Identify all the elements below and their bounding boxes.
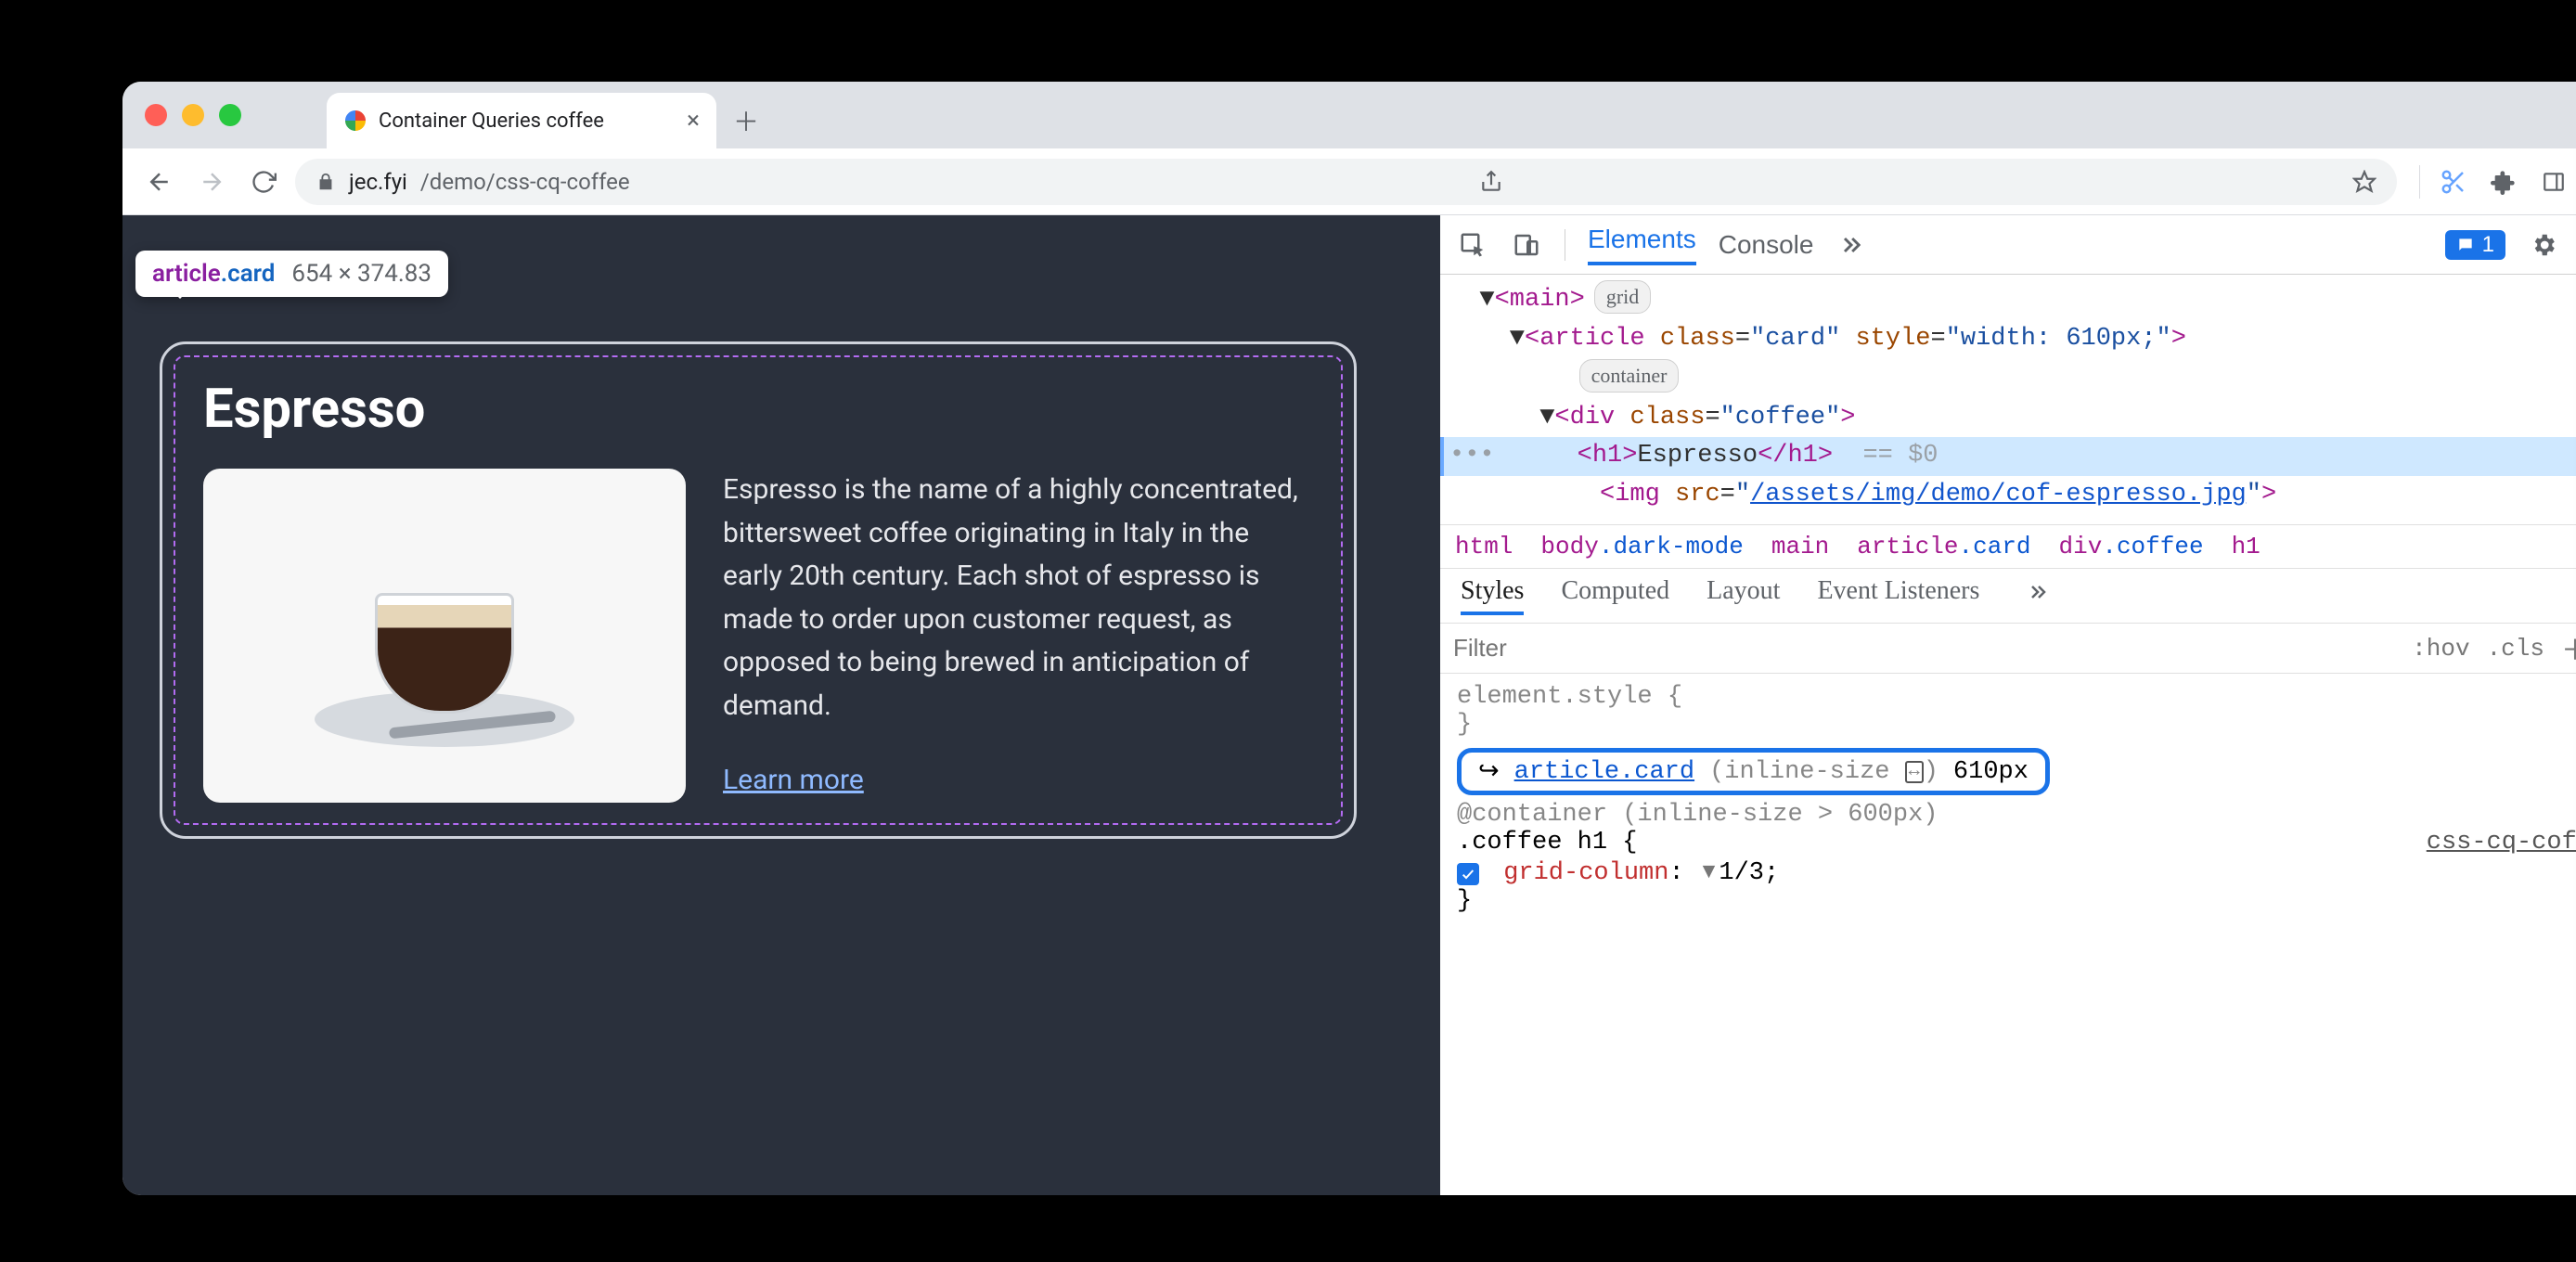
- tab-strip: Container Queries coffee × ＋: [122, 82, 2576, 148]
- card-body: Espresso is the name of a highly concent…: [723, 469, 1313, 728]
- window-traffic-lights: [145, 104, 241, 126]
- container-selector[interactable]: article.card: [1514, 758, 1694, 786]
- bc-html[interactable]: html: [1455, 533, 1513, 560]
- tab-computed[interactable]: Computed: [1561, 576, 1669, 615]
- browser-toolbar: jec.fyi/demo/css-cq-coffee: [122, 148, 2576, 215]
- inspect-icon[interactable]: [1457, 229, 1488, 261]
- scissors-icon[interactable]: [2433, 161, 2474, 202]
- tree-row-actions[interactable]: •••: [1449, 442, 1495, 470]
- rule-source[interactable]: css-cq-coffee:45: [2427, 829, 2576, 856]
- bc-article[interactable]: article.card: [1857, 533, 2030, 560]
- window-close-button[interactable]: [145, 104, 167, 126]
- card-title: Espresso: [203, 378, 1313, 441]
- tab-close-button[interactable]: ×: [687, 107, 700, 135]
- container-kind: (inline-size: [1709, 758, 1889, 786]
- tab-favicon: [343, 109, 367, 133]
- styles-rules[interactable]: element.style { } ↪ article.card (inline…: [1440, 674, 2576, 966]
- tree-main[interactable]: <main>: [1495, 286, 1585, 314]
- browser-window: Container Queries coffee × ＋: [122, 82, 2576, 1195]
- cls-toggle[interactable]: .cls: [2487, 635, 2544, 663]
- resize-icon: ↔: [1905, 761, 1924, 783]
- issues-badge[interactable]: 1: [2445, 230, 2505, 260]
- at-container: @container (inline-size > 600px): [1457, 801, 2576, 829]
- container-info-highlight: ↪ article.card (inline-size ↔) 610px: [1457, 748, 2050, 795]
- tooltip-dimensions: 654 × 374.83: [291, 260, 431, 288]
- window-minimize-button[interactable]: [182, 104, 204, 126]
- content-split: article.card 654 × 374.83 Espresso Espre…: [122, 215, 2576, 1195]
- bc-main[interactable]: main: [1771, 533, 1829, 560]
- address-path: /demo/css-cq-coffee: [420, 169, 630, 195]
- element-style-open: element.style {: [1457, 683, 2576, 711]
- page-viewport: article.card 654 × 374.83 Espresso Espre…: [122, 215, 1440, 1195]
- issues-count: 1: [2482, 232, 2494, 258]
- device-toggle-icon[interactable]: [1511, 229, 1542, 261]
- prop-value[interactable]: 1/3;: [1719, 859, 1779, 887]
- tabs-more-icon[interactable]: [1835, 229, 1867, 261]
- bc-div[interactable]: div.coffee: [2059, 533, 2204, 560]
- tab-layout[interactable]: Layout: [1707, 576, 1780, 615]
- container-size: 610px: [1953, 758, 2029, 786]
- tab-listeners[interactable]: Event Listeners: [1817, 576, 1979, 615]
- element-style-close: }: [1457, 711, 2576, 739]
- tab-styles[interactable]: Styles: [1461, 576, 1524, 615]
- lock-icon: [316, 172, 336, 192]
- tab-elements[interactable]: Elements: [1588, 225, 1696, 265]
- prop-name[interactable]: grid-column: [1503, 859, 1668, 887]
- styles-tabs-more-icon[interactable]: [2022, 576, 2054, 608]
- inspect-tooltip: article.card 654 × 374.83: [135, 251, 448, 297]
- bookmark-icon[interactable]: [2352, 170, 2376, 194]
- eq-dollar: == $0: [1862, 442, 1938, 470]
- nav-back-button[interactable]: [139, 161, 180, 202]
- styles-filter-input[interactable]: [1453, 634, 2395, 663]
- toolbar-right-icons: [2415, 161, 2576, 202]
- learn-more-link[interactable]: Learn more: [723, 759, 864, 803]
- settings-icon[interactable]: [2528, 229, 2559, 261]
- extensions-icon[interactable]: [2483, 161, 2524, 202]
- new-tab-button[interactable]: ＋: [728, 102, 765, 139]
- badge-container[interactable]: container: [1579, 359, 1680, 393]
- tooltip-class: .card: [221, 260, 276, 288]
- badge-grid[interactable]: grid: [1594, 280, 1651, 314]
- card-image: [203, 469, 686, 803]
- elements-breadcrumb[interactable]: html body.dark-mode main article.card di…: [1440, 524, 2576, 569]
- tree-img-src[interactable]: /assets/img/demo/cof-espresso.jpg: [1750, 481, 2247, 509]
- browser-tab[interactable]: Container Queries coffee ×: [327, 93, 716, 148]
- window-zoom-button[interactable]: [219, 104, 241, 126]
- tab-console[interactable]: Console: [1719, 230, 1814, 260]
- styles-tabs: Styles Computed Layout Event Listeners: [1440, 569, 2576, 624]
- nav-reload-button[interactable]: [243, 161, 284, 202]
- tooltip-tag: article: [152, 260, 221, 288]
- rule-close: }: [1457, 887, 2576, 915]
- rule-selector[interactable]: .coffee h1 {: [1457, 829, 1637, 856]
- nav-forward-button[interactable]: [191, 161, 232, 202]
- prop-toggle-checkbox[interactable]: [1457, 863, 1479, 885]
- bc-body[interactable]: body.dark-mode: [1540, 533, 1743, 560]
- address-host: jec.fyi: [349, 169, 407, 195]
- hov-toggle[interactable]: :hov: [2412, 635, 2469, 663]
- bc-h1[interactable]: h1: [2232, 533, 2260, 560]
- elements-tree[interactable]: ▼<main>grid ▼<article class="card" style…: [1440, 275, 2576, 524]
- devtools-toolbar: Elements Console 1: [1440, 215, 2576, 275]
- sidepanel-icon[interactable]: [2533, 161, 2574, 202]
- styles-filter-row: :hov .cls ＋: [1440, 624, 2576, 674]
- address-bar[interactable]: jec.fyi/demo/css-cq-coffee: [295, 159, 2397, 205]
- devtools-panel: Elements Console 1: [1440, 215, 2576, 1195]
- new-rule-icon[interactable]: ＋: [2561, 627, 2576, 669]
- article-card: Espresso Espresso is the name of a highl…: [160, 341, 1357, 839]
- share-icon[interactable]: [1479, 170, 1503, 194]
- tab-title: Container Queries coffee: [379, 109, 604, 133]
